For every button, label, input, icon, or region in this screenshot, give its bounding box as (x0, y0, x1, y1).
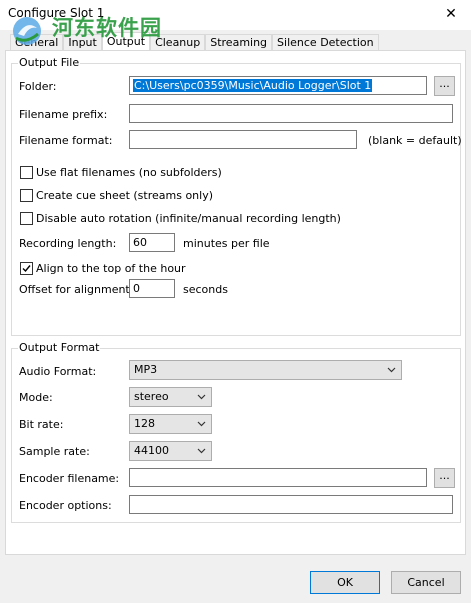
close-button[interactable]: ✕ (431, 0, 471, 28)
tab-strip: General Input Output Cleanup Streaming S… (10, 32, 379, 51)
disable-rotation-checkbox[interactable] (20, 212, 33, 225)
folder-browse-button[interactable]: ... (434, 76, 455, 96)
disable-rotation-label: Disable auto rotation (infinite/manual r… (36, 212, 341, 225)
filename-format-hint: (blank = default) (368, 134, 462, 147)
encoder-options-label: Encoder options: (19, 499, 112, 512)
output-format-title: Output Format (18, 341, 101, 354)
offset-alignment-field[interactable]: 0 (129, 279, 175, 298)
tab-general[interactable]: General (10, 34, 64, 51)
recording-length-unit: minutes per file (183, 237, 270, 250)
tab-cleanup[interactable]: Cleanup (150, 34, 206, 51)
flat-filenames-label: Use flat filenames (no subfolders) (36, 166, 222, 179)
output-file-title: Output File (18, 56, 81, 69)
mode-select[interactable]: stereo (129, 387, 212, 407)
bitrate-label: Bit rate: (19, 418, 64, 431)
window-title: Configure Slot 1 (8, 6, 105, 20)
recording-length-field[interactable]: 60 (129, 233, 175, 252)
flat-filenames-checkbox[interactable] (20, 166, 33, 179)
folder-label: Folder: (19, 80, 57, 93)
chevron-down-icon (197, 448, 206, 454)
cue-sheet-label: Create cue sheet (streams only) (36, 189, 214, 202)
chevron-down-icon (387, 367, 396, 373)
filename-format-field[interactable] (129, 130, 357, 149)
align-hour-checkbox[interactable] (20, 262, 33, 275)
filename-prefix-label: Filename prefix: (19, 108, 108, 121)
recording-length-label: Recording length: (19, 237, 117, 250)
sample-rate-select[interactable]: 44100 (129, 441, 212, 461)
cue-sheet-checkbox[interactable] (20, 189, 33, 202)
folder-field[interactable]: C:\Users\pc0359\Music\Audio Logger\Slot … (129, 76, 427, 95)
cancel-button[interactable]: Cancel (391, 571, 461, 594)
encoder-filename-label: Encoder filename: (19, 472, 120, 485)
title-bar: Configure Slot 1 ✕ (0, 0, 471, 30)
close-icon: ✕ (445, 6, 457, 22)
tab-panel-output: Output File Folder: C:\Users\pc0359\Musi… (5, 50, 466, 555)
mode-label: Mode: (19, 391, 53, 404)
ok-button[interactable]: OK (310, 571, 380, 594)
offset-alignment-unit: seconds (183, 283, 228, 296)
check-icon (22, 265, 31, 273)
folder-value: C:\Users\pc0359\Music\Audio Logger\Slot … (133, 79, 373, 92)
tab-streaming[interactable]: Streaming (205, 34, 273, 51)
sample-rate-label: Sample rate: (19, 445, 90, 458)
filename-format-label: Filename format: (19, 134, 113, 147)
tab-silence-detection[interactable]: Silence Detection (272, 34, 379, 51)
chevron-down-icon (197, 421, 206, 427)
encoder-options-field[interactable] (129, 495, 453, 514)
align-hour-label: Align to the top of the hour (36, 262, 186, 275)
encoder-filename-field[interactable] (129, 468, 427, 487)
offset-alignment-label: Offset for alignment: (19, 283, 134, 296)
chevron-down-icon (197, 394, 206, 400)
encoder-browse-button[interactable]: ... (434, 468, 455, 488)
tab-output[interactable]: Output (101, 32, 151, 51)
filename-prefix-field[interactable] (129, 104, 453, 123)
tab-input[interactable]: Input (63, 34, 102, 51)
bitrate-select[interactable]: 128 (129, 414, 212, 434)
audio-format-label: Audio Format: (19, 365, 97, 378)
audio-format-select[interactable]: MP3 (129, 360, 402, 380)
